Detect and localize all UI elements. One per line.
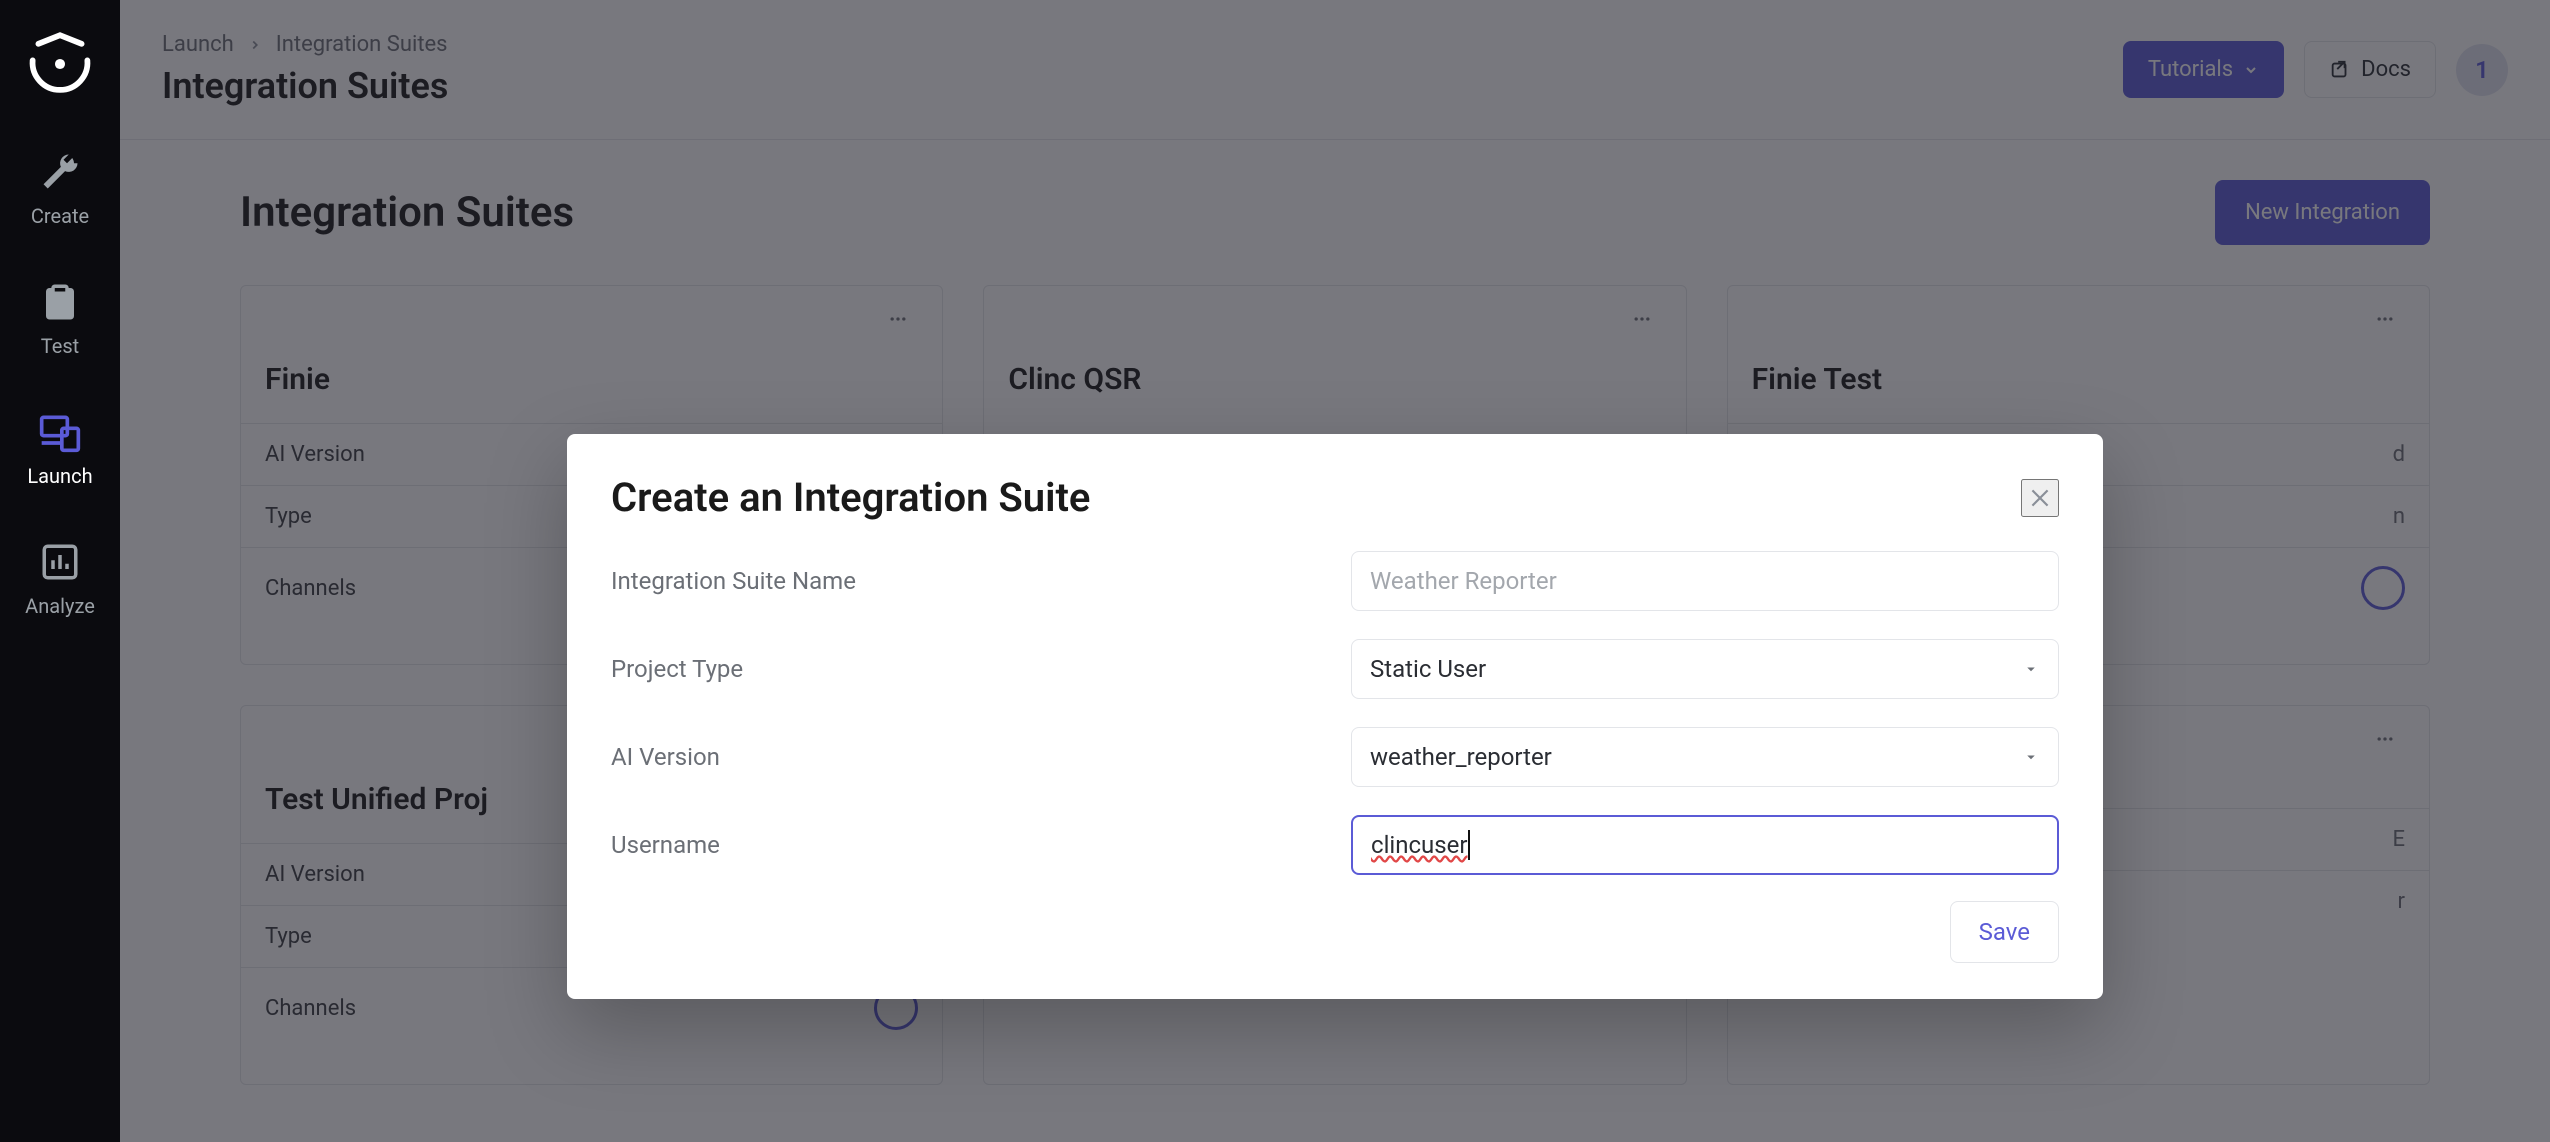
create-integration-modal: Create an Integration Suite Integration … (567, 434, 2103, 999)
sidebar-item-test[interactable]: Test (25, 272, 95, 366)
integration-name-input[interactable] (1351, 551, 2059, 611)
select-value: weather_reporter (1370, 743, 1552, 771)
sidebar: Create Test Launch Analyze (0, 0, 120, 1142)
close-icon (2027, 485, 2053, 511)
bar-chart-icon (38, 540, 82, 584)
modal-close-button[interactable] (2021, 479, 2059, 517)
main-area: Launch Integration Suites Integration Su… (120, 0, 2550, 1142)
username-input[interactable]: clincuser (1351, 815, 2059, 875)
caret-down-icon (2022, 660, 2040, 678)
app-logo (21, 28, 99, 100)
username-value: clincuser (1371, 831, 1468, 859)
text-cursor (1468, 830, 1470, 860)
logo-icon (21, 28, 99, 100)
modal-form: Integration Suite Name Project Type Stat… (611, 551, 2059, 875)
app-root: Create Test Launch Analyze (0, 0, 2550, 1142)
wrench-icon (38, 150, 82, 194)
sidebar-item-label: Analyze (25, 594, 95, 618)
devices-icon (38, 410, 82, 454)
modal-title: Create an Integration Suite (611, 474, 1090, 521)
ai-version-select[interactable]: weather_reporter (1351, 727, 2059, 787)
clipboard-icon (38, 280, 82, 324)
caret-down-icon (2022, 748, 2040, 766)
label-ai-version: AI Version (611, 743, 1331, 771)
sidebar-item-launch[interactable]: Launch (25, 402, 95, 496)
sidebar-nav: Create Test Launch Analyze (25, 142, 95, 626)
sidebar-item-label: Create (31, 204, 89, 228)
label-integration-name: Integration Suite Name (611, 567, 1331, 595)
project-type-select[interactable]: Static User (1351, 639, 2059, 699)
select-value: Static User (1370, 655, 1486, 683)
label-project-type: Project Type (611, 655, 1331, 683)
sidebar-item-analyze[interactable]: Analyze (25, 532, 95, 626)
save-button[interactable]: Save (1950, 901, 2059, 963)
sidebar-item-create[interactable]: Create (25, 142, 95, 236)
sidebar-item-label: Launch (27, 464, 92, 488)
label-username: Username (611, 831, 1331, 859)
sidebar-item-label: Test (41, 334, 79, 358)
